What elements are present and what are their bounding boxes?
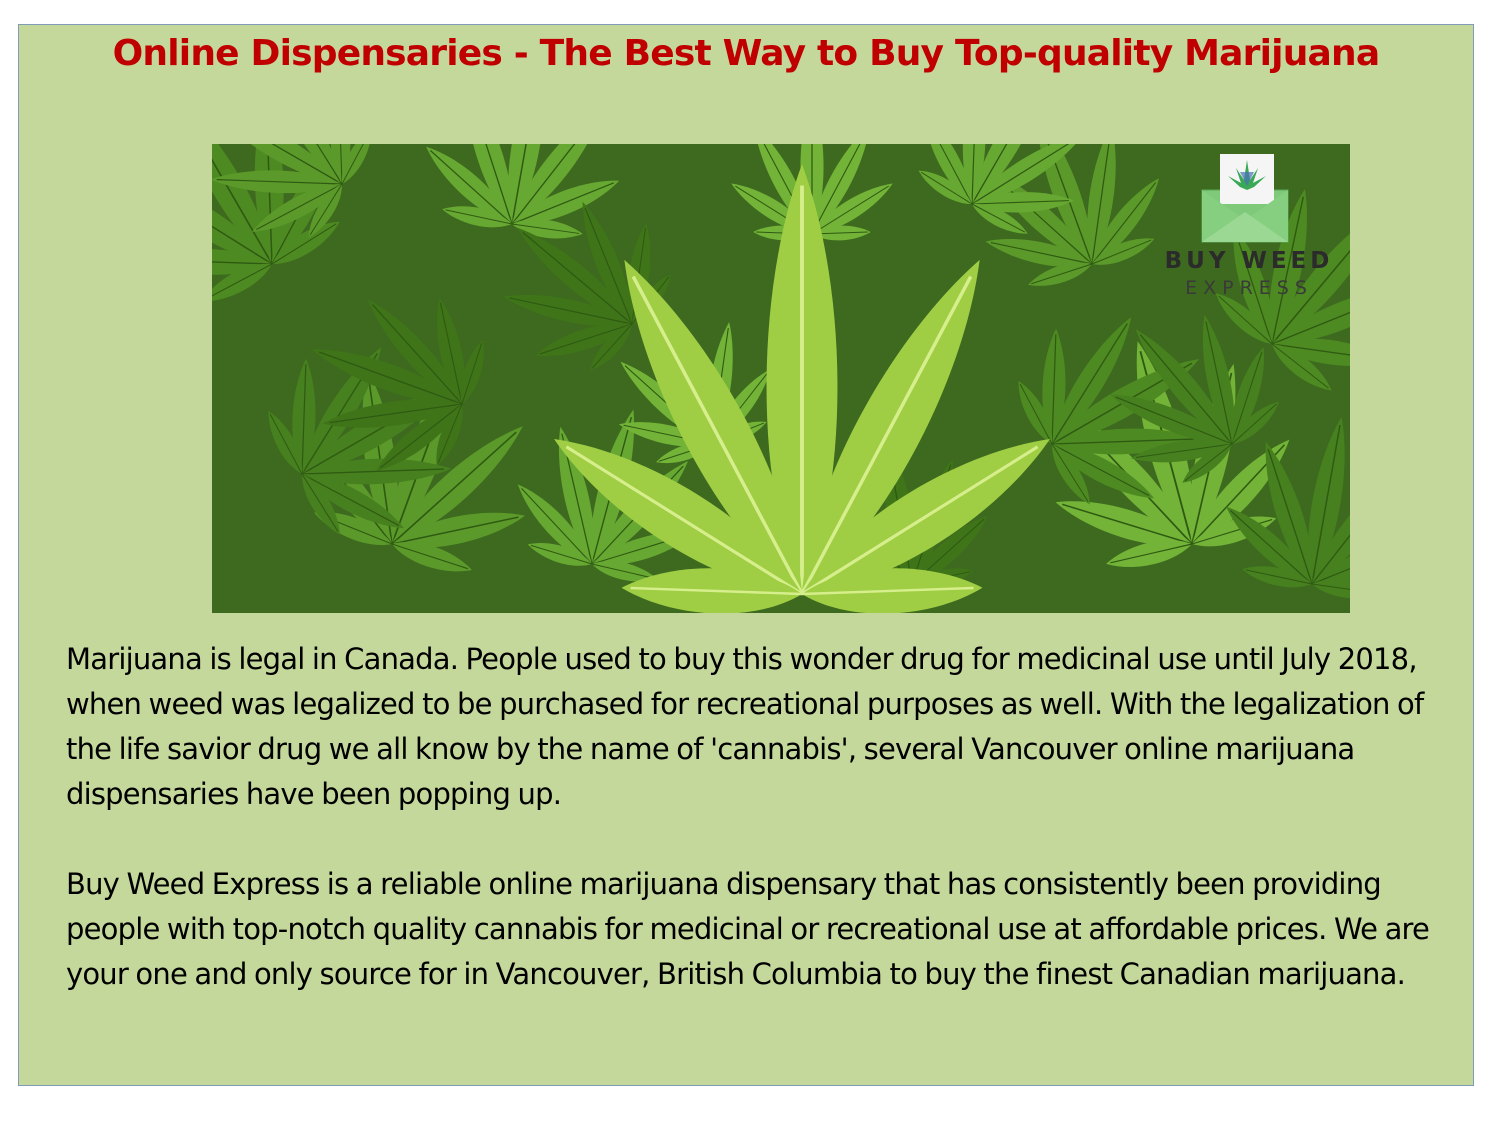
brand-logo: BUY WEED EXPRESS xyxy=(1154,150,1344,300)
envelope-leaf-icon xyxy=(1201,154,1289,243)
page-title: Online Dispensaries - The Best Way to Bu… xyxy=(112,33,1381,74)
paragraph-1: Marijuana is legal in Canada. People use… xyxy=(66,642,1424,811)
slide: Online Dispensaries - The Best Way to Bu… xyxy=(18,24,1474,1086)
logo-text-line2: EXPRESS xyxy=(1185,277,1313,299)
paragraph-2: Buy Weed Express is a reliable online ma… xyxy=(66,867,1430,991)
cannabis-leaves-image: BUY WEED EXPRESS xyxy=(212,144,1350,613)
logo-text-line1: BUY WEED xyxy=(1164,248,1334,274)
